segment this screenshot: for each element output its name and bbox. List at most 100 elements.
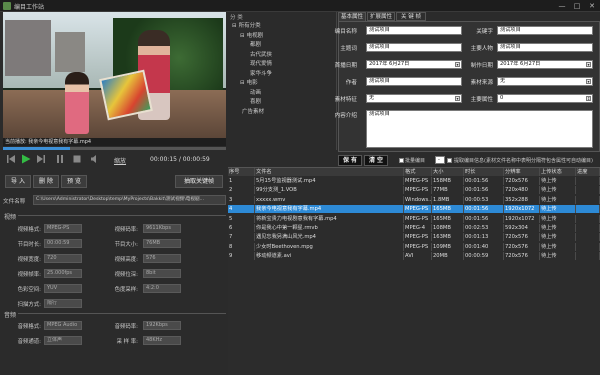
chevron-down-icon[interactable]: ▾ <box>586 79 591 84</box>
table-row[interactable]: 4 我亲今电视意我有字幕.mp4 MPEG-PS 165MB 00:01:56 1920x… <box>228 205 600 214</box>
tree-node[interactable]: 广告素材 <box>240 107 264 115</box>
calendar-dropdown-icon[interactable]: ▾ <box>586 62 591 67</box>
batch-checkbox[interactable] <box>399 158 404 163</box>
table-cell: 待上传 <box>540 233 576 242</box>
table-cell <box>576 242 600 251</box>
tree-node-label: 现代爱情 <box>250 61 273 67</box>
delete-button[interactable]: 删 除 <box>33 175 59 188</box>
title-field[interactable]: 测试项目 <box>366 26 462 35</box>
person-label: 主要人物 <box>470 46 493 52</box>
table-row[interactable]: 1 5月15号监视器测试.mp4 MPEG-PS 158MB 00:01:56 720x5… <box>228 177 600 185</box>
file-table[interactable]: 序号 文件名 格式 大小 时长 分辨率 上传状态 进度 1 5月15号监视器测试.mp4 MPEG-… <box>228 167 600 375</box>
auto-catalog-checkbox[interactable] <box>447 158 452 163</box>
premiere-date-picker[interactable]: 2017年 6月27日 ▾ <box>366 60 462 69</box>
import-button[interactable]: 导 入 <box>5 175 31 188</box>
table-cell: 00:01:56 <box>464 205 504 214</box>
skip-forward-icon[interactable] <box>36 154 46 164</box>
table-row[interactable]: 8 少女时Beethoven.mpg MPEG-PS 109MB 00:01:40 720… <box>228 242 600 251</box>
video-field-label: 色度采样: <box>114 287 138 293</box>
app-logo-icon <box>3 2 11 10</box>
tree-toggle-icon[interactable]: ⊟ <box>240 33 245 39</box>
preview-button[interactable]: 预 览 <box>61 175 87 188</box>
play-icon[interactable] <box>21 154 31 164</box>
table-cell: Windows... <box>405 195 432 204</box>
video-field-value: 9611Kbps <box>143 224 181 233</box>
time-display: 00:00:15 / 00:00:59 <box>150 156 210 163</box>
video-field-value: YUV <box>44 284 82 293</box>
table-cell: 待上传 <box>540 242 576 251</box>
skip-back-icon[interactable] <box>6 154 16 164</box>
extract-keyframe-button[interactable]: 抽取关键帧 <box>175 175 223 188</box>
table-row[interactable]: 7 遇见忘我另满山风光.mp4 MPEG-PS 163MB 00:01:13 720x57… <box>228 233 600 242</box>
window-title: 编目工作站 <box>14 4 45 11</box>
tree-node[interactable]: 现代爱情 <box>248 59 272 67</box>
audio-field-label: 采 样 率: <box>116 339 138 345</box>
divider <box>18 313 226 314</box>
stop-icon[interactable] <box>72 154 82 164</box>
source-select[interactable]: 无 ▾ <box>497 77 593 86</box>
table-cell: MPEG-PS <box>404 177 432 185</box>
table-cell: 待上传 <box>540 214 576 223</box>
tab-keyframes[interactable]: 关 键 帧 <box>396 12 426 21</box>
tree-node[interactable]: ⊟ 所有分类 <box>232 21 261 29</box>
column-header: 时长 <box>464 168 504 176</box>
table-cell: 4 <box>228 205 255 214</box>
column-header: 序号 <box>228 168 255 176</box>
make-date-picker[interactable]: 2017年 6月27日 ▾ <box>497 60 593 69</box>
tree-node[interactable]: ⊟ 电影 <box>240 78 258 86</box>
maximize-button[interactable]: □ <box>571 1 583 11</box>
author-label: 作者 <box>345 80 357 86</box>
tree-node[interactable]: 动画 <box>248 88 261 96</box>
minimize-button[interactable]: — <box>556 1 568 11</box>
save-button[interactable]: 保 有 <box>338 155 362 166</box>
table-cell <box>576 205 600 214</box>
tree-toggle-icon[interactable]: ⊟ <box>232 23 237 29</box>
column-header: 格式 <box>404 168 432 176</box>
table-row[interactable]: 3 xxxxx.wmv Windows... 1.8MB 00:00:53 352x288… <box>228 195 600 204</box>
chevron-down-icon[interactable]: ▾ <box>455 96 460 101</box>
feature-select[interactable]: 无 ▾ <box>366 94 462 103</box>
copyright-spinner[interactable]: 0 ↕ <box>497 94 593 103</box>
video-preview[interactable] <box>3 12 226 138</box>
separator-field[interactable]: - <box>435 156 445 164</box>
tree-toggle-icon[interactable]: ⊟ <box>240 80 245 86</box>
pause-icon[interactable] <box>55 154 65 164</box>
audio-field-value: 立体声 <box>44 336 82 345</box>
file-path-field[interactable]: C:\Users\Administrator\Desktop\temp\MyPr… <box>33 195 226 205</box>
author-field[interactable]: 测试项目 <box>366 77 462 86</box>
person-field[interactable]: 测试项目 <box>497 43 593 52</box>
video-field-value: 25.000fps <box>44 269 82 278</box>
table-row[interactable]: 2 99分支测_1.VOB MPEG-PS 77MB 00:01:56 720x480 待上… <box>228 186 600 195</box>
scale-link[interactable]: 缩放 <box>114 156 126 165</box>
table-header-row: 序号 文件名 格式 大小 时长 分辨率 上传状态 进度 <box>228 168 600 177</box>
subject-field[interactable]: 测试项目 <box>366 43 462 52</box>
tree-node-label: 所有分类 <box>238 23 261 29</box>
table-cell: 00:00:59 <box>464 252 504 261</box>
table-cell: MPEG-PS <box>404 242 432 251</box>
tree-node[interactable]: 喜剧 <box>248 97 261 105</box>
tree-node[interactable]: 都剧 <box>248 40 261 48</box>
category-tree[interactable]: 分 类 ⊟ 所有分类 ⊟ 电视剧 都剧 古代武侠 现代爱情 家华斗争 ⊟ 电影 动画 喜剧 广告素材 <box>228 12 337 150</box>
table-row[interactable]: 5 将新宝贵力电视剧意我有字幕.mp4 MPEG-PS 165MB 00:01:56 19… <box>228 214 600 223</box>
playback-progress-bar[interactable] <box>3 147 226 150</box>
video-field-value: 8bit <box>143 269 181 278</box>
tree-node-label: 电视剧 <box>246 32 264 39</box>
tree-node[interactable]: 古代武侠 <box>248 50 272 58</box>
table-cell: 待上传 <box>540 252 576 261</box>
close-button[interactable]: ✕ <box>586 1 598 11</box>
table-cell: 720x576 <box>504 242 540 251</box>
clear-button[interactable]: 清 空 <box>364 155 388 166</box>
table-cell: 2 <box>228 186 255 195</box>
tree-node[interactable]: 家华斗争 <box>248 69 272 77</box>
spinner-arrows-icon[interactable]: ↕ <box>586 96 591 101</box>
table-row[interactable]: 9 移动频道素.avi AVI 20MB 00:00:59 720x576 待上传 <box>228 252 600 261</box>
volume-icon[interactable] <box>90 154 100 164</box>
description-textarea[interactable]: 测试项目 <box>366 110 593 148</box>
table-row[interactable]: 6 你是我心中第一颗星.rmvb MPEG-4 108MB 00:02:53 592x30… <box>228 224 600 232</box>
tab-extended[interactable]: 扩展属性 <box>367 12 395 21</box>
tab-basic[interactable]: 基本属性 <box>338 12 366 21</box>
keyword-field[interactable]: 测试项目 <box>497 26 593 35</box>
video-field-label: 视频位深: <box>114 272 138 278</box>
calendar-dropdown-icon[interactable]: ▾ <box>455 62 460 67</box>
tree-node[interactable]: ⊟ 电视剧 <box>240 31 263 39</box>
